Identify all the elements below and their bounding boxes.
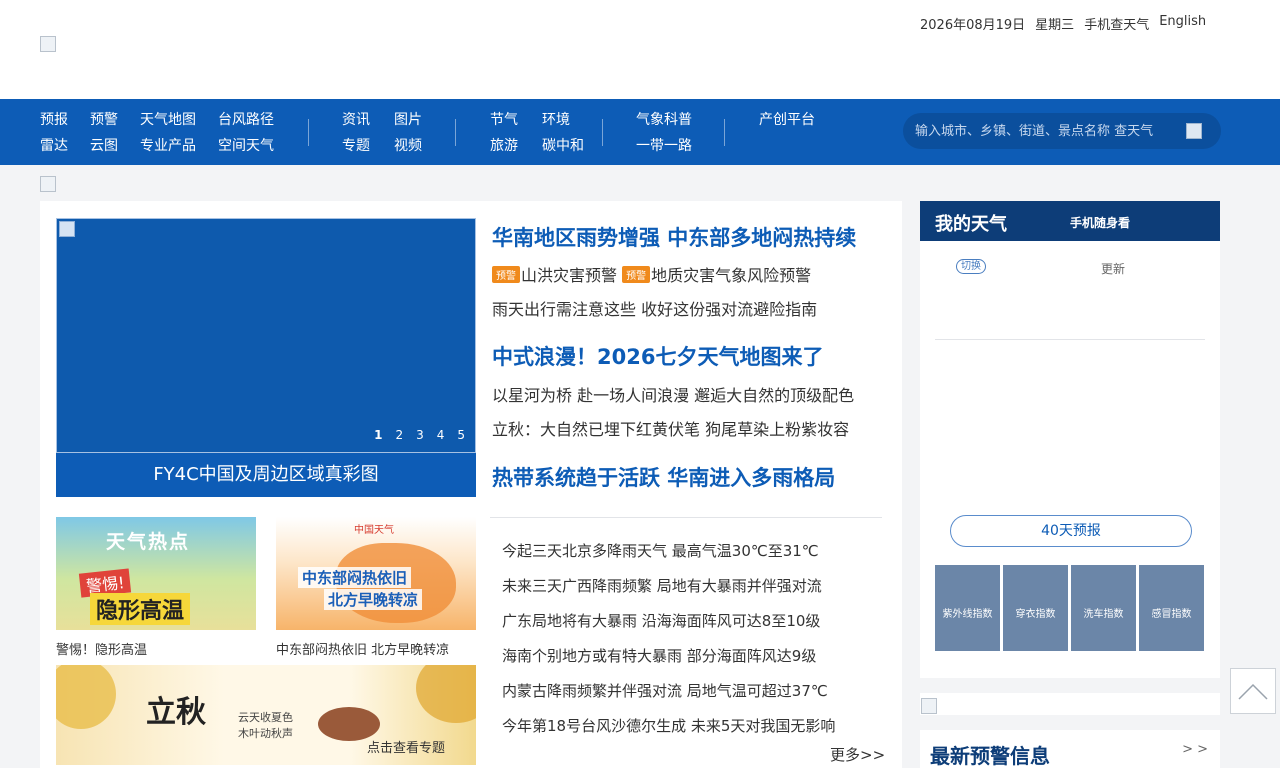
nav-solar-terms[interactable]: 节气 bbox=[490, 109, 518, 129]
nav-space-weather[interactable]: 空间天气 bbox=[218, 135, 274, 155]
weather-map-thumbnail[interactable]: 中国天气 中东部闷热依旧 北方早晚转凉 bbox=[276, 517, 476, 630]
nav-separator bbox=[602, 119, 603, 146]
nav-typhoon[interactable]: 台风路径 bbox=[218, 109, 274, 129]
carousel-pager: 1 2 3 4 5 bbox=[374, 428, 465, 442]
nav-carbon-neutral[interactable]: 碳中和 bbox=[542, 135, 584, 155]
forecast-40-day-button[interactable]: 40天预报 bbox=[950, 515, 1192, 547]
news-item[interactable]: 内蒙古降雨频繁并伴强对流 局地气温可超过37℃ bbox=[502, 680, 828, 701]
nav-pro-products[interactable]: 专业产品 bbox=[140, 135, 196, 155]
nav-belt-road[interactable]: 一带一路 bbox=[636, 135, 692, 155]
nav-warning[interactable]: 预警 bbox=[90, 109, 118, 129]
headline-1[interactable]: 华南地区雨势增强 中东部多地闷热持续 bbox=[492, 222, 856, 252]
site-logo[interactable] bbox=[40, 36, 56, 52]
nav-innovation-platform[interactable]: 产创平台 bbox=[759, 109, 815, 129]
warning-tag: 预警 bbox=[492, 266, 520, 283]
nav-separator bbox=[724, 119, 725, 146]
top-links: 2026年08月19日 星期三 手机查天气 English bbox=[920, 14, 1206, 33]
warnings-more-link[interactable]: > > bbox=[1182, 742, 1208, 757]
main-nav: 预报 预警 天气地图 台风路径 雷达 云图 专业产品 空间天气 资讯 图片 专题… bbox=[0, 99, 1280, 165]
ad-banner[interactable] bbox=[920, 693, 1220, 715]
uv-index-tile[interactable]: 紫外线指数 bbox=[935, 565, 1000, 651]
latest-warnings-panel: 最新预警信息 > > bbox=[920, 730, 1220, 768]
autumn-verse: 云天收夏色 bbox=[238, 711, 293, 724]
thumb-caption[interactable]: 中东部闷热依旧 北方早晚转凉 bbox=[276, 639, 449, 658]
more-news-link[interactable]: 更多>> bbox=[830, 744, 885, 765]
clothing-index-tile[interactable]: 穿衣指数 bbox=[1003, 565, 1068, 651]
nav-separator bbox=[308, 119, 309, 146]
nav-forecast[interactable]: 预报 bbox=[40, 109, 68, 129]
headline-1-sub[interactable]: 雨天出行需注意这些 收好这份强对流避险指南 bbox=[492, 296, 817, 320]
divider bbox=[935, 339, 1205, 340]
my-weather-title: 我的天气 bbox=[935, 214, 1007, 235]
geo-hazard-warning-link[interactable]: 地质灾害气象风险预警 bbox=[651, 266, 811, 285]
nav-topics[interactable]: 专题 bbox=[342, 135, 370, 155]
news-item[interactable]: 海南个别地方或有特大暴雨 部分海面阵风达9级 bbox=[502, 645, 816, 666]
headline-3[interactable]: 热带系统趋于活跃 华南进入多雨格局 bbox=[492, 462, 835, 492]
search-icon[interactable] bbox=[1186, 123, 1202, 139]
nav-radar[interactable]: 雷达 bbox=[40, 135, 68, 155]
thumb-heading: 天气热点 bbox=[106, 531, 191, 553]
update-button[interactable]: 更新 bbox=[1101, 260, 1125, 277]
carousel-page[interactable]: 5 bbox=[457, 428, 465, 442]
site-header: 2026年08月19日 星期三 手机查天气 English bbox=[0, 0, 1280, 99]
carousel-page[interactable]: 4 bbox=[437, 428, 445, 442]
news-item[interactable]: 未来三天广西降雨频繁 局地有大暴雨并伴强对流 bbox=[502, 575, 822, 596]
teapot-icon bbox=[318, 707, 380, 741]
thumb-subtitle: 北方早晚转凉 bbox=[324, 589, 423, 610]
nav-news[interactable]: 资讯 bbox=[342, 109, 370, 129]
carousel-image bbox=[59, 221, 75, 237]
news-item[interactable]: 广东局地将有大暴雨 沿海海面阵风可达8至10级 bbox=[502, 610, 820, 631]
thumb-title: 中东部闷热依旧 bbox=[298, 567, 412, 588]
hot-topic-thumbnail[interactable]: 天气热点 警惕! 隐形高温 bbox=[56, 517, 256, 630]
banner-image[interactable] bbox=[40, 176, 56, 192]
thumb-brand: 中国天气 bbox=[354, 525, 394, 536]
thumb-title: 隐形高温 bbox=[90, 593, 191, 625]
carousel-page[interactable]: 3 bbox=[416, 428, 424, 442]
warning-links: 预警 山洪灾害预警 预警 地质灾害气象风险预警 bbox=[492, 262, 811, 286]
satellite-carousel[interactable]: 1 2 3 4 5 bbox=[56, 218, 476, 453]
nav-cloud[interactable]: 云图 bbox=[90, 135, 118, 155]
chevron-up-icon bbox=[1238, 683, 1268, 700]
thumb-caption[interactable]: 警惕！隐形高温 bbox=[56, 639, 147, 658]
search-input[interactable] bbox=[915, 113, 1177, 149]
latest-warnings-title: 最新预警信息 bbox=[930, 744, 1050, 768]
flood-warning-link[interactable]: 山洪灾害预警 bbox=[521, 266, 617, 285]
cold-index-tile[interactable]: 感冒指数 bbox=[1139, 565, 1204, 651]
nav-travel[interactable]: 旅游 bbox=[490, 135, 518, 155]
news-item[interactable]: 今年第18号台风沙德尔生成 未来5天对我国无影响 bbox=[502, 715, 835, 736]
autumn-topic-banner[interactable]: 立秋 云天收夏色 木叶动秋声 点击查看专题 bbox=[56, 665, 476, 765]
nav-separator bbox=[455, 119, 456, 146]
warning-tag: 预警 bbox=[622, 266, 651, 283]
news-item[interactable]: 今起三天北京多降雨天气 最高气温30℃至31℃ bbox=[502, 540, 819, 561]
headline-2[interactable]: 中式浪漫！2026七夕天气地图来了 bbox=[492, 341, 823, 371]
date-text: 2026年08月19日 bbox=[920, 18, 1026, 33]
mobile-weather-link[interactable]: 手机查天气 bbox=[1084, 14, 1149, 33]
nav-pictures[interactable]: 图片 bbox=[394, 109, 422, 129]
carousel-page[interactable]: 2 bbox=[395, 428, 403, 442]
nav-weather-map[interactable]: 天气地图 bbox=[140, 109, 196, 129]
nav-videos[interactable]: 视频 bbox=[394, 135, 422, 155]
divider bbox=[490, 517, 882, 518]
autumn-title: 立秋 bbox=[146, 695, 206, 730]
ginkgo-leaf-icon bbox=[56, 665, 116, 729]
headline-2-sub2[interactable]: 立秋：大自然已埋下红黄伏笔 狗尾草染上粉紫妆容 bbox=[492, 416, 849, 440]
nav-environment[interactable]: 环境 bbox=[542, 109, 570, 129]
english-link[interactable]: English bbox=[1159, 14, 1206, 33]
search-box bbox=[903, 113, 1221, 149]
weekday-text: 星期三 bbox=[1035, 18, 1075, 33]
autumn-verse: 木叶动秋声 bbox=[238, 727, 293, 740]
carousel-page[interactable]: 1 bbox=[374, 428, 382, 442]
my-weather-header: 我的天气 手机随身看 bbox=[920, 201, 1220, 241]
car-wash-index-tile[interactable]: 洗车指数 bbox=[1071, 565, 1136, 651]
ad-image bbox=[921, 698, 937, 714]
carousel-caption[interactable]: FY4C中国及周边区域真彩图 bbox=[56, 453, 476, 497]
autumn-cta: 点击查看专题 bbox=[367, 741, 446, 756]
ginkgo-leaf-icon bbox=[416, 665, 476, 723]
headline-2-sub1[interactable]: 以星河为桥 赴一场人间浪漫 邂逅大自然的顶级配色 bbox=[492, 382, 854, 406]
switch-city-button[interactable]: 切换 bbox=[956, 259, 986, 274]
nav-science[interactable]: 气象科普 bbox=[636, 109, 692, 129]
mobile-weather-link[interactable]: 手机随身看 bbox=[1070, 214, 1130, 231]
back-to-top-button[interactable] bbox=[1230, 668, 1276, 714]
